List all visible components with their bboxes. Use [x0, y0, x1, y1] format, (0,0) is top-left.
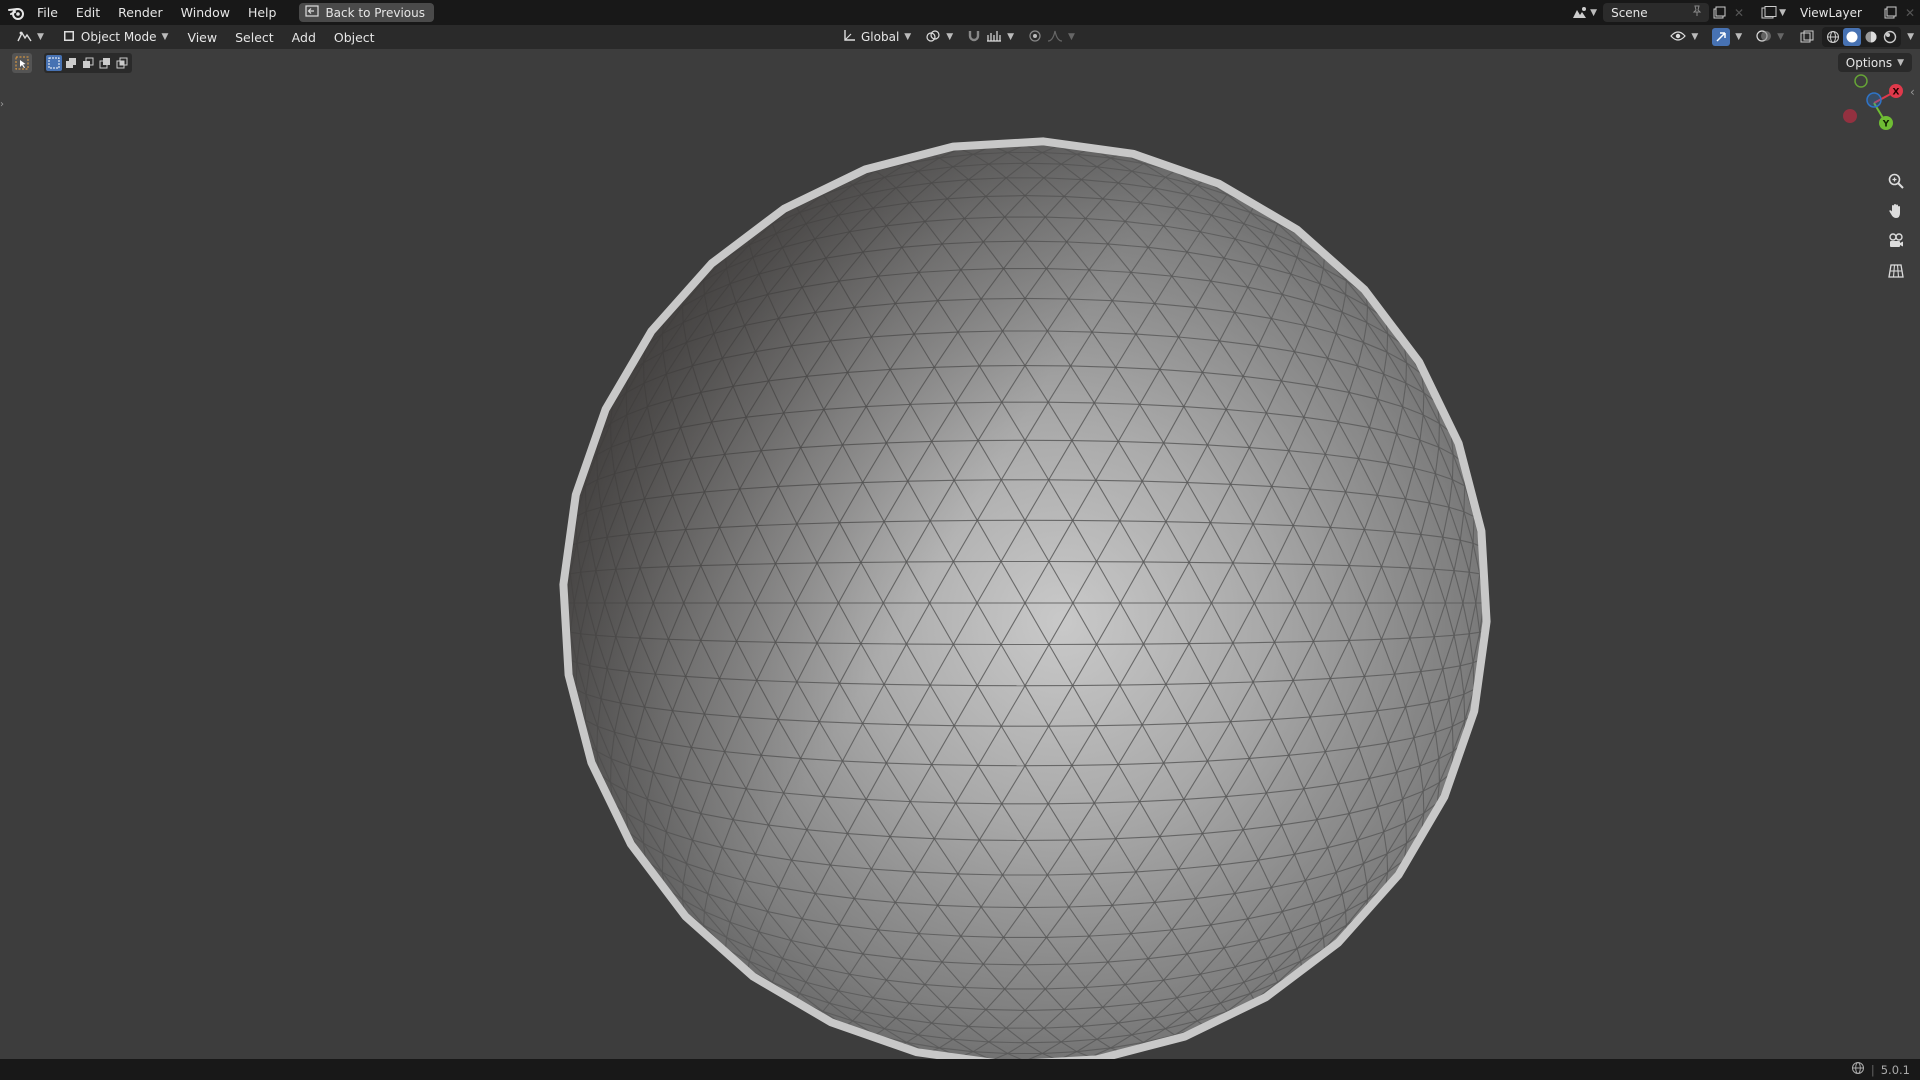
snap-magnet-icon [967, 29, 981, 46]
material-shading-icon[interactable] [1862, 28, 1880, 46]
overlay-dropdown[interactable]: ▼ [1750, 28, 1790, 47]
menu-view[interactable]: View [178, 30, 226, 45]
selection-mode-group [44, 53, 132, 73]
pan-hand-icon[interactable] [1884, 199, 1908, 223]
editor-type-caret-icon: ▼ [37, 32, 44, 42]
rendered-shading-icon[interactable] [1881, 28, 1899, 46]
gizmo-dropdown[interactable]: ▼ [1706, 28, 1748, 47]
icosphere-mesh[interactable] [548, 113, 1502, 1059]
top-bar: File Edit Render Window Help Back to Pre… [0, 0, 1920, 25]
pivot-point-dropdown[interactable]: ▼ [919, 28, 959, 47]
proportional-edit-icon [1028, 29, 1042, 46]
transform-orientation-dropdown[interactable]: Global ▼ [836, 28, 917, 47]
back-icon [305, 5, 320, 20]
select-tool-icon[interactable] [12, 53, 32, 73]
mode-label: Object Mode [80, 30, 157, 44]
menu-window[interactable]: Window [172, 0, 239, 25]
visibility-dropdown[interactable]: ▼ [1664, 28, 1704, 47]
mode-dropdown[interactable]: Object Mode ▼ [56, 28, 175, 47]
eye-icon [1670, 30, 1687, 45]
3d-viewport[interactable]: Options ▼ › ‹ X Y [0, 49, 1920, 1059]
options-label: Options [1845, 55, 1893, 70]
shading-mode-group [1822, 27, 1902, 47]
scene-field[interactable] [1603, 3, 1710, 22]
camera-view-icon[interactable] [1884, 229, 1908, 253]
visibility-caret-icon: ▼ [1691, 32, 1699, 42]
shading-caret-icon[interactable]: ▼ [1907, 32, 1914, 42]
menu-edit[interactable]: Edit [67, 0, 109, 25]
sidebar-expand-icon[interactable]: ‹ [1910, 85, 1920, 103]
menu-add[interactable]: Add [283, 30, 325, 45]
back-to-previous-button[interactable]: Back to Previous [299, 3, 434, 22]
tool-settings-row [12, 53, 132, 73]
overlay-icon [1756, 29, 1772, 46]
solid-shading-icon[interactable] [1843, 28, 1862, 46]
pivot-caret-icon: ▼ [946, 32, 954, 42]
delete-scene-icon[interactable]: ✕ [1729, 3, 1749, 23]
view-layer-name-input[interactable] [1798, 4, 1874, 21]
menu-file[interactable]: File [28, 0, 67, 25]
pivot-icon [925, 29, 941, 46]
gizmo-toggle-icon[interactable] [1712, 28, 1731, 46]
select-new-icon[interactable] [46, 55, 62, 71]
gizmo-x-label: X [1893, 88, 1900, 98]
menu-select[interactable]: Select [226, 30, 283, 45]
falloff-icon [1047, 29, 1063, 46]
zoom-icon[interactable] [1884, 169, 1908, 193]
new-view-layer-icon[interactable] [1880, 3, 1900, 23]
object-mode-icon [62, 29, 76, 46]
snap-increment-icon [986, 29, 1002, 46]
gizmo-neg-x[interactable] [1843, 109, 1857, 123]
orientation-label: Global [861, 30, 900, 44]
select-intersect-icon[interactable] [114, 55, 130, 71]
snap-dropdown[interactable]: ▼ [961, 28, 1020, 47]
navigation-gizmo[interactable]: X Y [1836, 73, 1906, 143]
toolbar-expand-icon[interactable]: › [0, 99, 8, 119]
overlay-caret-icon: ▼ [1777, 32, 1785, 42]
menu-help[interactable]: Help [239, 0, 286, 25]
select-extend-icon[interactable] [63, 55, 79, 71]
top-right-controls: ▼ ✕ ▼ ✕ [1570, 0, 1920, 25]
orientation-icon [842, 29, 856, 46]
gizmo-y-label: Y [1882, 120, 1890, 130]
viewport-header: ▼ Object Mode ▼ View Select Add Object G… [0, 25, 1920, 49]
scene-name-input[interactable] [1609, 4, 1686, 21]
back-to-previous-label: Back to Previous [325, 5, 425, 20]
perspective-grid-icon[interactable] [1884, 259, 1908, 283]
view-layer-field[interactable] [1792, 3, 1880, 22]
menu-object[interactable]: Object [325, 30, 384, 45]
viewport-display-tools: ▼ ▼ ▼ ▼ [1664, 25, 1914, 49]
mode-caret-icon: ▼ [161, 32, 169, 42]
proportional-edit-dropdown[interactable]: ▼ [1022, 28, 1081, 47]
menu-render[interactable]: Render [109, 0, 172, 25]
options-caret-icon: ▼ [1897, 57, 1904, 68]
gizmo-z-axis[interactable] [1866, 92, 1882, 108]
transform-tools: Global ▼ ▼ ▼ ▼ [836, 25, 1081, 49]
editor-type-dropdown[interactable]: ▼ [10, 28, 50, 47]
view-layer-dropdown-caret-icon[interactable]: ▼ [1779, 8, 1786, 18]
new-scene-icon[interactable] [1709, 3, 1729, 23]
blender-logo-icon[interactable] [6, 2, 28, 24]
options-dropdown[interactable]: Options ▼ [1837, 53, 1912, 72]
gizmo-neg-y[interactable] [1854, 74, 1868, 88]
select-subtract-icon[interactable] [80, 55, 96, 71]
scene-browse-icon[interactable] [1570, 3, 1590, 23]
pin-icon[interactable] [1691, 5, 1703, 20]
select-invert-icon[interactable] [97, 55, 113, 71]
view-layer-browse-icon[interactable] [1759, 3, 1779, 23]
gizmo-caret-icon: ▼ [1735, 32, 1743, 42]
editor-type-icon [16, 29, 32, 46]
delete-view-layer-icon[interactable]: ✕ [1900, 3, 1920, 23]
falloff-caret-icon: ▼ [1068, 32, 1075, 42]
snap-caret-icon: ▼ [1007, 32, 1015, 42]
wireframe-shading-icon[interactable] [1824, 28, 1842, 46]
xray-toggle-icon[interactable] [1798, 28, 1816, 46]
scene-dropdown-caret-icon[interactable]: ▼ [1590, 8, 1597, 18]
orientation-caret-icon: ▼ [904, 32, 912, 42]
